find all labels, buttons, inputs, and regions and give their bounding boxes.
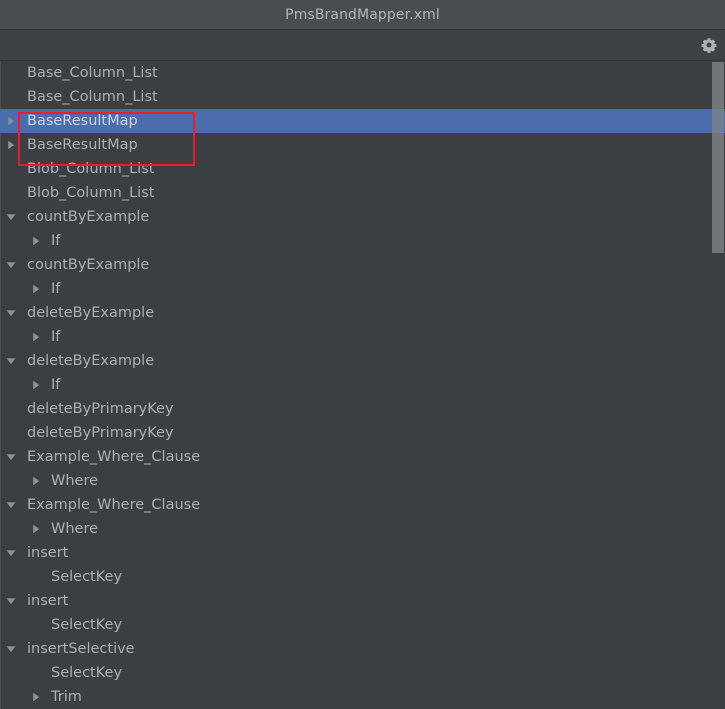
chevron-right-icon[interactable]	[29, 325, 43, 349]
tree-row-label: Where	[51, 473, 99, 489]
window-titlebar: PmsBrandMapper.xml	[0, 0, 725, 30]
scrollbar-thumb[interactable]	[712, 62, 724, 253]
tree-row[interactable]: Where	[0, 469, 725, 493]
tree-row-label: deleteByExample	[27, 353, 155, 369]
tree-row[interactable]: If	[0, 229, 725, 253]
tool-window: PmsBrandMapper.xml Base_Column_List Base_…	[0, 0, 725, 709]
tree-row[interactable]: SelectKey	[0, 613, 725, 637]
tree-row[interactable]: Blob_Column_List	[0, 181, 725, 205]
chevron-down-icon[interactable]	[4, 253, 18, 277]
tree-row-label: Blob_Column_List	[27, 161, 155, 177]
tree-row[interactable]: insert	[0, 541, 725, 565]
tree-row-label: If	[51, 377, 61, 393]
tree-row-label: Example_Where_Clause	[27, 497, 201, 513]
chevron-right-icon[interactable]	[4, 133, 18, 157]
tree-row[interactable]: If	[0, 277, 725, 301]
chevron-down-icon[interactable]	[4, 493, 18, 517]
tree-row-label: If	[51, 329, 61, 345]
tree-row[interactable]: If	[0, 373, 725, 397]
tree-row[interactable]: Base_Column_List	[0, 61, 725, 85]
tree-row[interactable]: Where	[0, 517, 725, 541]
tree-row[interactable]: countByExample	[0, 205, 725, 229]
tree-row-label: Base_Column_List	[27, 89, 158, 105]
tree-row-label: deleteByPrimaryKey	[27, 401, 174, 417]
tree-row-label: deleteByPrimaryKey	[27, 425, 174, 441]
chevron-down-icon[interactable]	[4, 637, 18, 661]
tree-row-label: Trim	[51, 689, 82, 705]
xml-structure-tree[interactable]: Base_Column_List Base_Column_List BaseResu…	[0, 61, 725, 709]
toolbar	[0, 30, 725, 61]
chevron-right-icon[interactable]	[29, 517, 43, 541]
tree-row[interactable]: BaseResultMap	[0, 133, 725, 157]
tree-row-label: SelectKey	[51, 569, 123, 585]
tree-row[interactable]: insert	[0, 589, 725, 613]
chevron-down-icon[interactable]	[4, 445, 18, 469]
tree-row[interactable]: deleteByExample	[0, 349, 725, 373]
tree-row[interactable]: Base_Column_List	[0, 85, 725, 109]
chevron-right-icon[interactable]	[29, 469, 43, 493]
window-title: PmsBrandMapper.xml	[285, 6, 440, 23]
tree-row[interactable]: deleteByPrimaryKey	[0, 397, 725, 421]
chevron-down-icon[interactable]	[4, 205, 18, 229]
tree-row-label: Where	[51, 521, 99, 537]
chevron-down-icon[interactable]	[4, 349, 18, 373]
tree-row-label: insert	[27, 593, 69, 609]
tree-row[interactable]: If	[0, 325, 725, 349]
tree-row[interactable]: deleteByExample	[0, 301, 725, 325]
chevron-down-icon[interactable]	[4, 589, 18, 613]
tree-row[interactable]: Example_Where_Clause	[0, 493, 725, 517]
tree-row[interactable]: Trim	[0, 685, 725, 709]
chevron-right-icon[interactable]	[29, 229, 43, 253]
settings-button[interactable]	[698, 34, 720, 56]
tree-row[interactable]: Example_Where_Clause	[0, 445, 725, 469]
tree-row-label: BaseResultMap	[27, 113, 138, 129]
tree-row[interactable]: Blob_Column_List	[0, 157, 725, 181]
tree-row-label: Blob_Column_List	[27, 185, 155, 201]
tree-row-label: If	[51, 233, 61, 249]
vertical-scrollbar[interactable]	[712, 61, 725, 709]
tree-row-label: Example_Where_Clause	[27, 449, 201, 465]
tree-row-label: deleteByExample	[27, 305, 155, 321]
tree-row-label: If	[51, 281, 61, 297]
tree-row-label: insert	[27, 545, 69, 561]
tree-row[interactable]: SelectKey	[0, 565, 725, 589]
tree-row-label: countByExample	[27, 257, 150, 273]
tree-row-label: SelectKey	[51, 665, 123, 681]
chevron-right-icon[interactable]	[29, 277, 43, 301]
chevron-right-icon[interactable]	[29, 373, 43, 397]
chevron-down-icon[interactable]	[4, 541, 18, 565]
gear-icon	[701, 37, 717, 53]
chevron-down-icon[interactable]	[4, 301, 18, 325]
tree-row[interactable]: countByExample	[0, 253, 725, 277]
tree-row-label: SelectKey	[51, 617, 123, 633]
tree-row-label: countByExample	[27, 209, 150, 225]
chevron-right-icon[interactable]	[29, 685, 43, 709]
tree-row[interactable]: deleteByPrimaryKey	[0, 421, 725, 445]
tree-rows-container: Base_Column_List Base_Column_List BaseResu…	[0, 61, 725, 709]
tree-row[interactable]: SelectKey	[0, 661, 725, 685]
tree-row-label: Base_Column_List	[27, 65, 158, 81]
tree-row-label: BaseResultMap	[27, 137, 138, 153]
tree-row[interactable]: BaseResultMap	[0, 109, 725, 133]
tree-row-label: insertSelective	[27, 641, 135, 657]
tree-row[interactable]: insertSelective	[0, 637, 725, 661]
chevron-right-icon[interactable]	[4, 109, 18, 133]
